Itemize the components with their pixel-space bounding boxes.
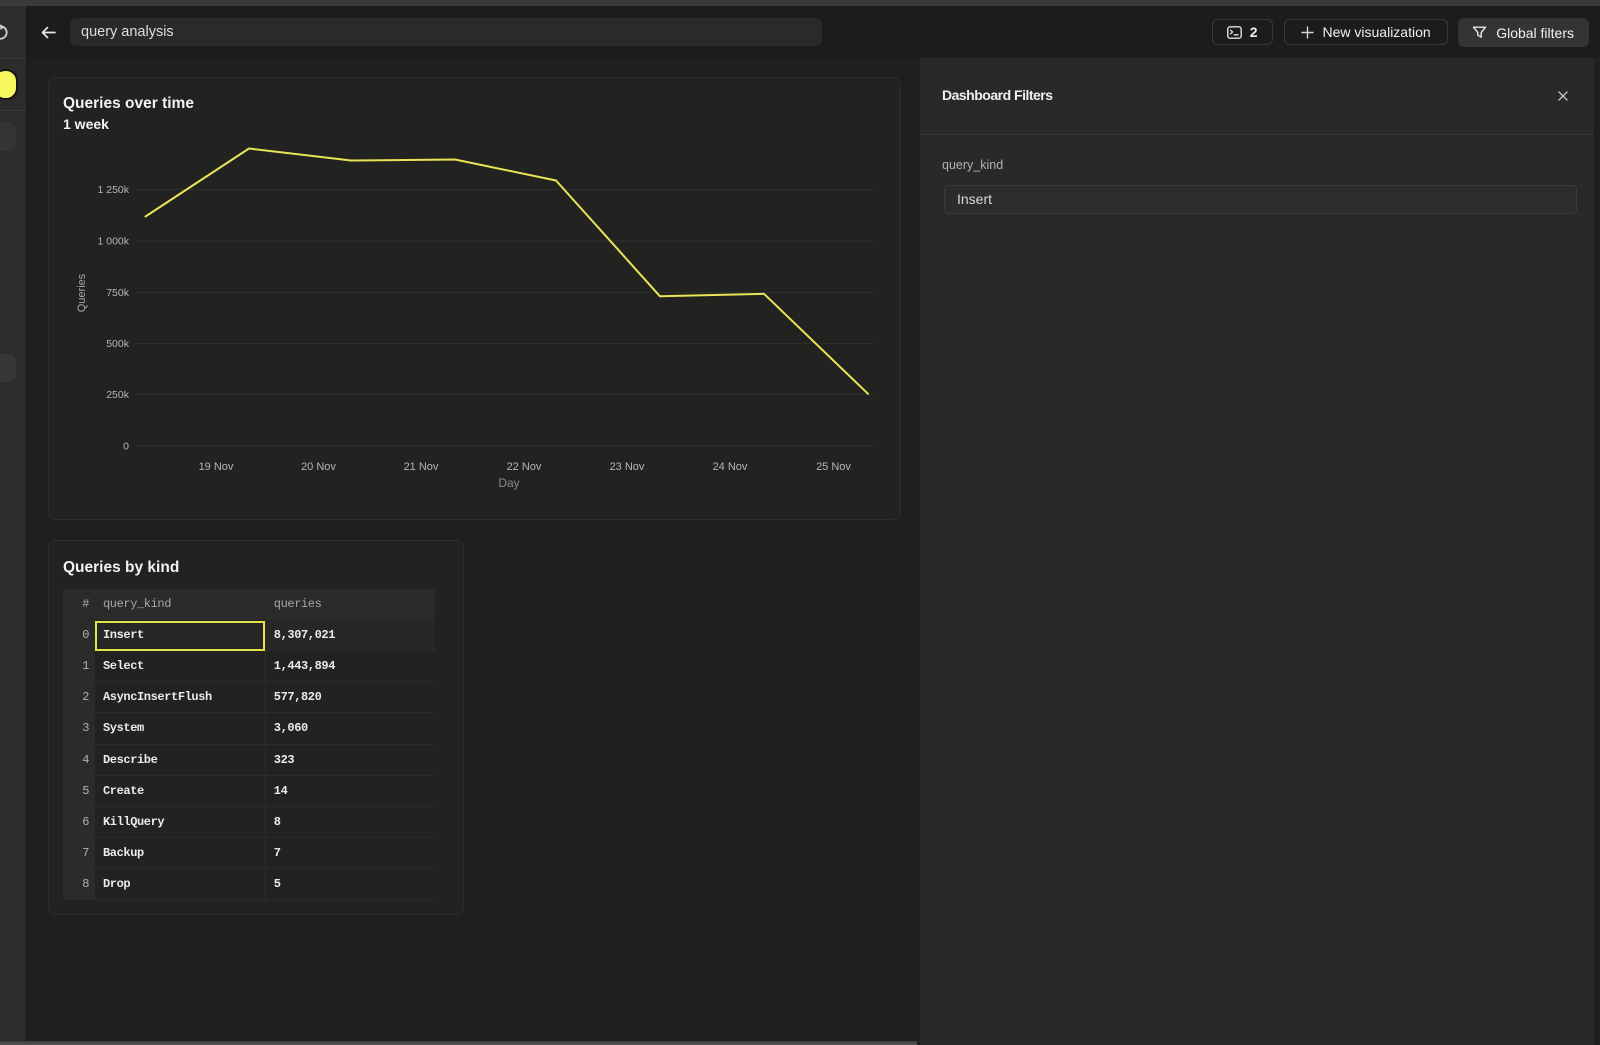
svg-text:500k: 500k bbox=[106, 338, 130, 350]
svg-text:20 Nov: 20 Nov bbox=[301, 461, 336, 473]
svg-text:23 Nov: 23 Nov bbox=[610, 461, 645, 473]
svg-text:Day: Day bbox=[498, 476, 519, 490]
svg-text:0: 0 bbox=[123, 441, 129, 453]
svg-text:25 Nov: 25 Nov bbox=[816, 461, 851, 473]
svg-text:24 Nov: 24 Nov bbox=[713, 461, 748, 473]
svg-text:Queries: Queries bbox=[76, 273, 88, 312]
svg-text:22 Nov: 22 Nov bbox=[507, 461, 542, 473]
svg-text:750k: 750k bbox=[106, 287, 130, 299]
svg-text:1 250k: 1 250k bbox=[97, 184, 129, 196]
svg-text:1 000k: 1 000k bbox=[97, 236, 129, 248]
svg-text:21 Nov: 21 Nov bbox=[404, 461, 439, 473]
svg-text:250k: 250k bbox=[106, 389, 130, 401]
svg-text:19 Nov: 19 Nov bbox=[199, 461, 234, 473]
